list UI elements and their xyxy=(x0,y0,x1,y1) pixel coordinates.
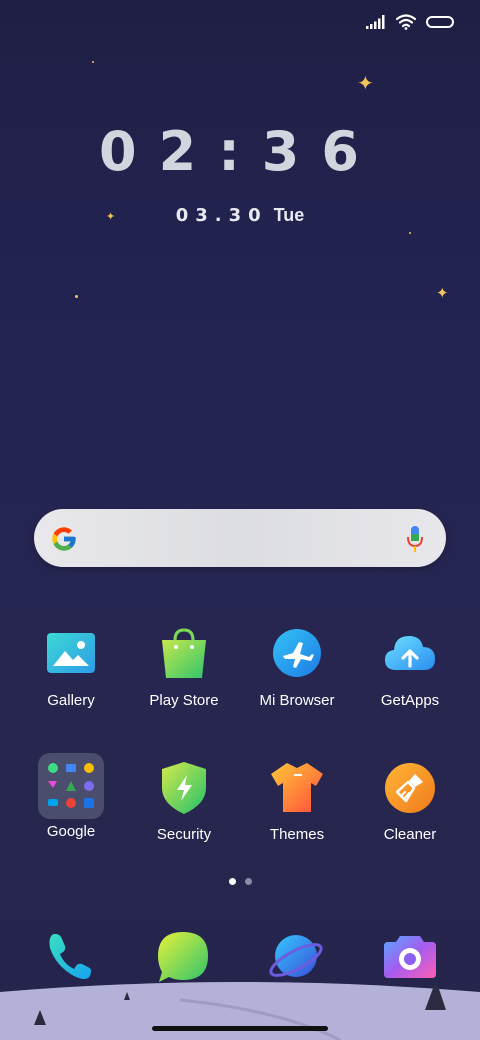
app-label: Google xyxy=(46,823,96,840)
app-play-store[interactable]: Play Store xyxy=(129,626,239,709)
microphone-icon[interactable] xyxy=(406,525,424,553)
google-g-icon xyxy=(52,527,76,551)
cleaner-icon xyxy=(382,760,438,816)
app-cleaner[interactable]: Cleaner xyxy=(355,760,465,843)
app-mi-browser[interactable]: Mi Browser xyxy=(242,626,352,709)
dock-messages[interactable] xyxy=(153,928,213,988)
app-google-folder[interactable]: Google xyxy=(16,753,126,840)
star-decoration xyxy=(409,232,411,234)
app-themes[interactable]: Themes xyxy=(242,760,352,843)
home-indicator[interactable] xyxy=(152,1026,328,1031)
gallery-icon xyxy=(43,626,99,682)
messages-icon xyxy=(158,932,208,982)
google-search-bar[interactable] xyxy=(34,509,446,567)
star-decoration: ✦ xyxy=(436,285,449,302)
app-label: Themes xyxy=(269,826,325,843)
app-getapps[interactable]: GetApps xyxy=(355,626,465,709)
date-value: 03.30 xyxy=(175,205,268,226)
mi-browser-icon xyxy=(269,626,325,682)
dock-phone[interactable] xyxy=(40,928,100,988)
star-decoration xyxy=(92,61,94,63)
app-label: Gallery xyxy=(47,692,95,709)
themes-icon xyxy=(269,760,325,816)
page-dot-active[interactable] xyxy=(228,878,236,885)
camera-icon xyxy=(384,936,436,978)
browser-globe-icon xyxy=(269,935,323,977)
signal-bars-icon xyxy=(366,15,385,29)
wifi-icon xyxy=(396,14,416,30)
dock-camera[interactable] xyxy=(380,928,440,988)
clock-time[interactable]: 02:36 xyxy=(0,120,480,183)
clock-date[interactable]: 03.30 Tue xyxy=(0,205,480,226)
page-indicator xyxy=(0,878,480,885)
app-label: Mi Browser xyxy=(259,692,335,709)
star-decoration xyxy=(75,295,78,298)
status-bar xyxy=(366,10,454,34)
app-label: Cleaner xyxy=(383,826,437,843)
security-icon xyxy=(156,760,212,816)
google-folder-icon xyxy=(38,753,104,819)
play-store-icon xyxy=(156,626,212,682)
app-label: Security xyxy=(156,826,212,843)
weekday: Tue xyxy=(273,205,305,225)
star-decoration: ✦ xyxy=(357,73,374,95)
page-dot[interactable] xyxy=(244,878,252,885)
app-label: Play Store xyxy=(149,692,219,709)
app-security[interactable]: Security xyxy=(129,760,239,843)
getapps-icon xyxy=(382,626,438,682)
phone-icon xyxy=(49,934,92,979)
battery-icon xyxy=(426,16,454,28)
app-gallery[interactable]: Gallery xyxy=(16,626,126,709)
app-label: GetApps xyxy=(380,692,440,709)
dock-browser[interactable] xyxy=(266,928,326,988)
